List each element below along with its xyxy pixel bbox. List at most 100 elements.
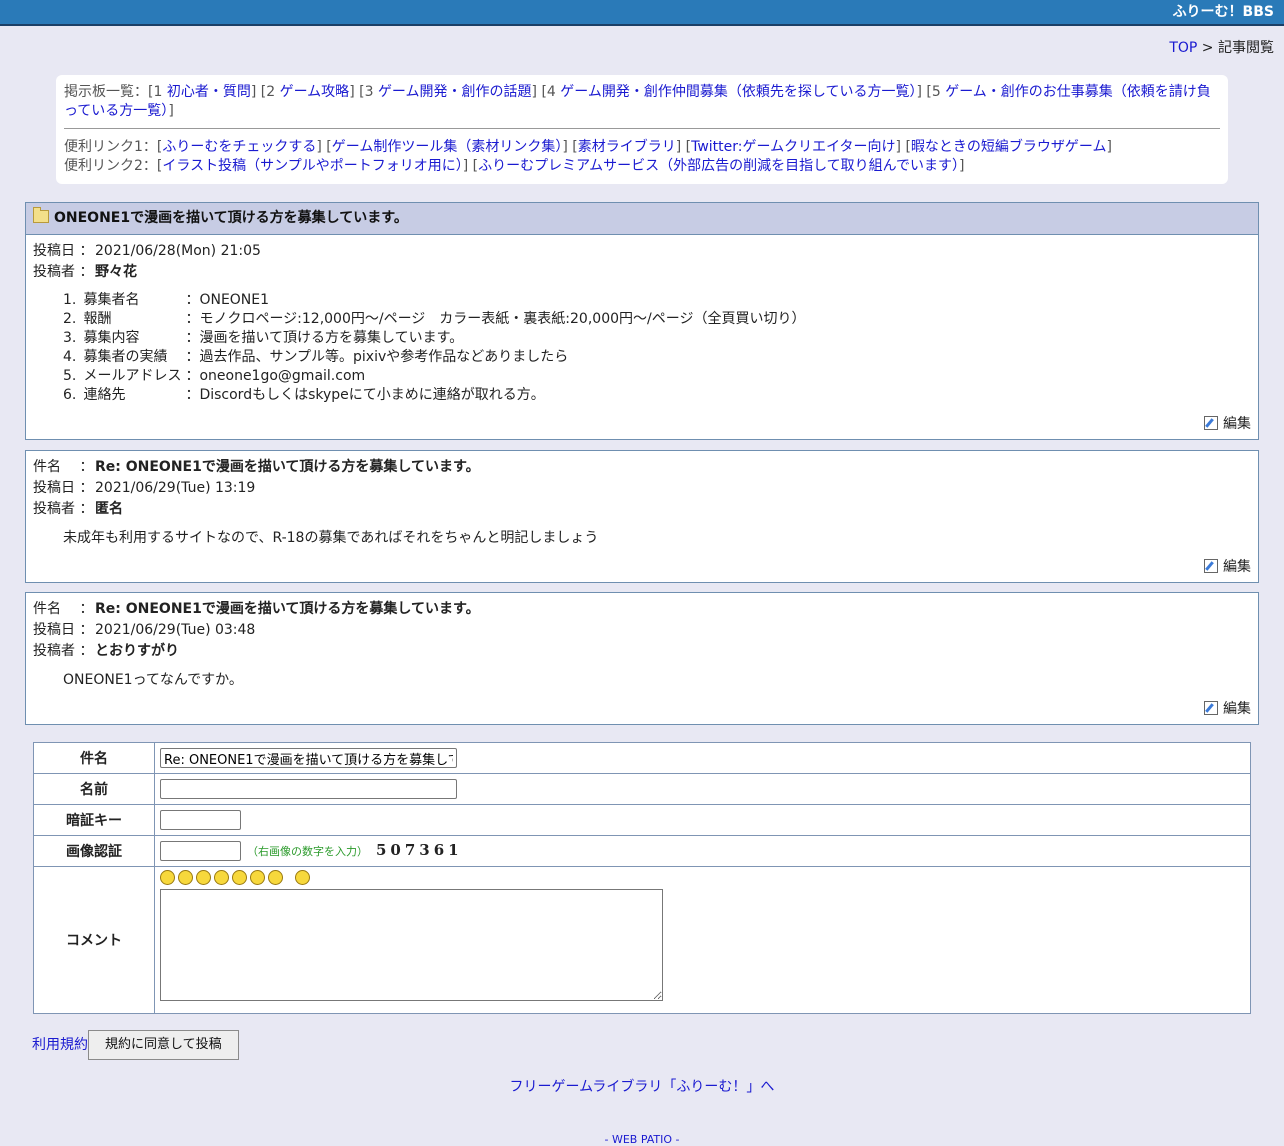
- list-item: 3. 募集内容 ：漫画を描いて頂ける方を募集しています。: [63, 329, 1258, 348]
- colon: ：: [79, 501, 94, 517]
- link-illust-post[interactable]: イラスト投稿（サンプルやポートフォリオ用に）: [162, 158, 462, 174]
- board-num: 4: [546, 84, 556, 100]
- item-value: ：oneone1go@gmail.com: [185, 368, 366, 384]
- subject-label: 件名: [33, 459, 61, 475]
- board-link-1[interactable]: 初心者・質問: [167, 84, 251, 100]
- board-link-2[interactable]: ゲーム攻略: [280, 84, 350, 100]
- post-body: ONEONE1ってなんですか。: [63, 672, 243, 688]
- edit-link[interactable]: 編集: [1204, 416, 1251, 432]
- subject-input[interactable]: [160, 748, 457, 768]
- item-key: 連絡先: [83, 387, 126, 403]
- colon: ：: [79, 243, 94, 259]
- post-title-bar: ONEONE1で漫画を描いて頂ける方を募集しています。: [26, 203, 1258, 235]
- web-patio-link[interactable]: - WEB PATIO -: [604, 1133, 679, 1146]
- form-actions: 利用規約 規約に同意して投稿: [32, 1030, 239, 1060]
- smiley-neutral-icon[interactable]: [196, 869, 211, 885]
- name-input[interactable]: [160, 779, 457, 799]
- link-premium[interactable]: ふりーむプレミアムサービス（外部広告の削減を目指して取り組んでいます）: [478, 158, 959, 174]
- post-title: ONEONE1で漫画を描いて頂ける方を募集しています。: [54, 210, 408, 226]
- smiley-happy-icon[interactable]: [178, 869, 193, 885]
- captcha-hint: （右画像の数字を入力）: [247, 844, 368, 858]
- submit-button[interactable]: 規約に同意して投稿: [88, 1030, 239, 1060]
- post-author: 匿名: [95, 501, 123, 517]
- smiley-smile-icon[interactable]: [268, 869, 283, 885]
- smiley-shocked-icon[interactable]: [232, 869, 247, 885]
- captcha-input[interactable]: [160, 841, 241, 862]
- app-title: ふりーむ！BBS: [1172, 4, 1274, 20]
- colon: ：: [79, 622, 94, 638]
- item-value: ：モノクロページ:12,000円～/ページ カラー表紙・裏表紙:20,000円～…: [185, 311, 806, 327]
- colon: ：: [79, 264, 94, 280]
- author-label: 投稿者: [33, 643, 75, 659]
- author-label: 投稿者: [33, 501, 75, 517]
- post-body: 未成年も利用するサイトなので、R-18の募集であればそれをちゃんと明記しましょう: [63, 530, 599, 546]
- link-short-games[interactable]: 暇なときの短編ブラウザゲーム: [911, 139, 1107, 155]
- post-subject: Re: ONEONE1で漫画を描いて頂ける方を募集しています。: [95, 459, 480, 475]
- emoticon-bar: [160, 869, 1245, 885]
- password-key-input[interactable]: [160, 810, 241, 830]
- reply-post: 件名 ： Re: ONEONE1で漫画を描いて頂ける方を募集しています。 投稿日 …: [25, 450, 1259, 583]
- edit-label: 編集: [1223, 559, 1251, 575]
- app-title-bar: ふりーむ！BBS: [0, 0, 1284, 26]
- edit-row: 編集: [26, 548, 1258, 582]
- item-value: ：漫画を描いて頂ける方を募集しています。: [185, 330, 464, 346]
- useful-links-2-label: 便利リンク2：: [64, 158, 157, 174]
- post-meta: 件名 ： Re: ONEONE1で漫画を描いて頂ける方を募集しています。 投稿日 …: [26, 593, 1258, 662]
- post-date: 2021/06/28(Mon) 21:05: [95, 243, 261, 259]
- folder-icon: [33, 207, 49, 223]
- post-meta: 件名 ： Re: ONEONE1で漫画を描いて頂ける方を募集しています。 投稿日 …: [26, 451, 1258, 520]
- item-key: 募集者の実績: [83, 349, 168, 365]
- post-date: 2021/06/29(Tue) 13:19: [95, 480, 256, 496]
- smiley-pencil-icon[interactable]: [294, 869, 310, 885]
- board-list: 掲示板一覧：[1 初心者・質問] [2 ゲーム攻略] [3 ゲーム開発・創作の話…: [64, 84, 1211, 119]
- post-body-list: 1. 募集者名 ：ONEONE1 2. 報酬 ：モノクロページ:12,000円～/ペ…: [63, 291, 1258, 405]
- footer-credit: - WEB PATIO -: [0, 1133, 1284, 1146]
- subject-label: 件名: [33, 601, 61, 617]
- post-author: とおりすがり: [95, 643, 179, 659]
- smiley-wink-icon[interactable]: [250, 869, 265, 885]
- list-item: 6. 連絡先 ：Discordもしくはskypeにて小まめに連絡が取れる方。: [63, 386, 1258, 405]
- post-original: ONEONE1で漫画を描いて頂ける方を募集しています。 投稿日 ： 2021/06…: [25, 202, 1259, 440]
- edit-link[interactable]: 編集: [1204, 701, 1251, 717]
- smiley-confused-icon[interactable]: [214, 869, 229, 885]
- board-link-3[interactable]: ゲーム開発・創作の話題: [378, 84, 532, 100]
- item-num: 2.: [63, 311, 77, 327]
- item-num: 1.: [63, 292, 77, 308]
- edit-link[interactable]: 編集: [1204, 559, 1251, 575]
- link-tools[interactable]: ゲーム制作ツール集（素材リンク集）: [332, 139, 563, 155]
- name-field-label: 名前: [33, 773, 155, 805]
- link-twitter[interactable]: Twitter:ゲームクリエイター向け: [691, 139, 895, 155]
- breadcrumb-top-link[interactable]: TOP: [1169, 40, 1197, 56]
- edit-label: 編集: [1223, 701, 1251, 717]
- edit-row: 編集: [26, 690, 1258, 724]
- breadcrumb: TOP > 記事閲覧: [1169, 37, 1274, 57]
- list-item: 5. メールアドレス ：oneone1go@gmail.com: [63, 367, 1258, 386]
- link-check-freem[interactable]: ふりーむをチェックする: [162, 139, 316, 155]
- smiley-sunglasses-icon[interactable]: [160, 869, 175, 885]
- edit-icon: [1204, 416, 1218, 430]
- reply-post: 件名 ： Re: ONEONE1で漫画を描いて頂ける方を募集しています。 投稿日 …: [25, 592, 1259, 725]
- link-material-library[interactable]: 素材ライブラリ: [578, 139, 676, 155]
- post-author: 野々花: [95, 264, 137, 280]
- divider: [64, 128, 1220, 129]
- comment-textarea[interactable]: [160, 889, 663, 1001]
- library-link[interactable]: フリーゲームライブラリ「ふりーむ！」へ: [510, 1079, 775, 1095]
- board-list-label: 掲示板一覧：: [64, 84, 148, 100]
- item-value: ：ONEONE1: [185, 292, 270, 308]
- item-value: ：Discordもしくはskypeにて小まめに連絡が取れる方。: [185, 387, 545, 403]
- board-link-4[interactable]: ゲーム開発・創作仲間募集（依頼先を探している方一覧）: [560, 84, 916, 100]
- item-num: 6.: [63, 387, 77, 403]
- board-num: 2: [266, 84, 276, 100]
- item-key: 報酬: [83, 311, 112, 327]
- post-meta: 投稿日 ： 2021/06/28(Mon) 21:05 投稿者 ：野々花: [26, 235, 1258, 283]
- terms-link[interactable]: 利用規約: [32, 1037, 88, 1053]
- breadcrumb-current: 記事閲覧: [1218, 40, 1274, 56]
- post-date: 2021/06/29(Tue) 03:48: [95, 622, 256, 638]
- useful-links-2: 便利リンク2：[イラスト投稿（サンプルやポートフォリオ用に）] [ふりーむプレミ…: [64, 158, 965, 174]
- colon: ：: [79, 480, 94, 496]
- edit-icon: [1204, 701, 1218, 715]
- comment-field-label: コメント: [33, 866, 155, 1014]
- reply-form: 件名 名前 暗証キー 画像認証 （右画像の数字を入力） 507361 コメント: [33, 742, 1251, 1014]
- date-label: 投稿日: [33, 243, 75, 259]
- board-num: 3: [364, 84, 374, 100]
